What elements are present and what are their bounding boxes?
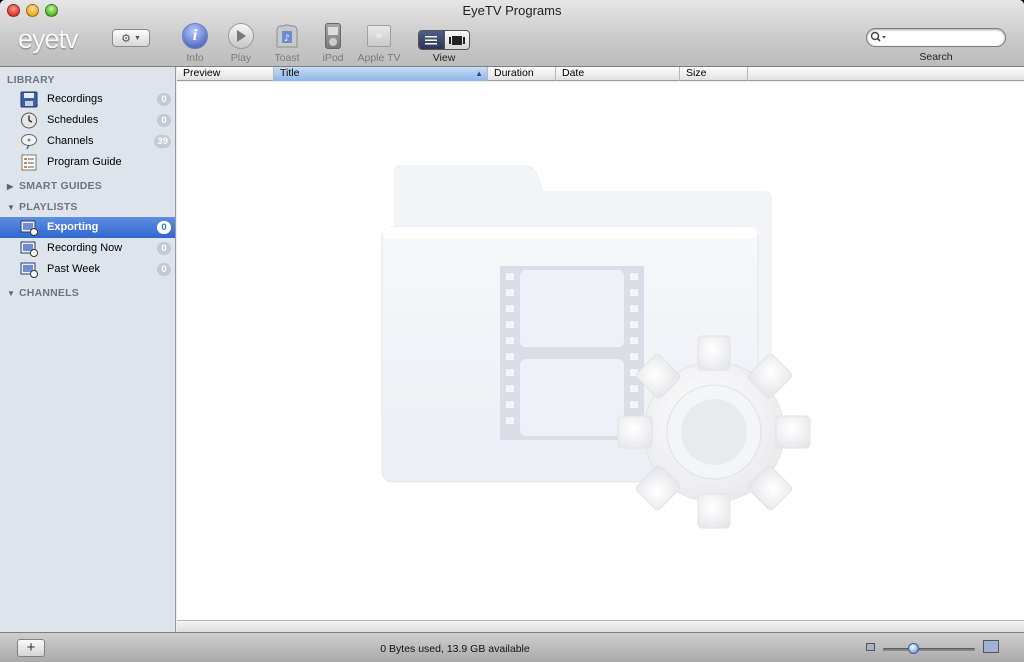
ipod-icon: [325, 23, 341, 49]
sidebar-item-label: Recordings: [47, 93, 103, 105]
count-badge: 39: [154, 135, 171, 148]
count-badge: 0: [157, 93, 171, 106]
eyetv-logo: eyetv: [18, 24, 79, 54]
sidebar-item-past-week[interactable]: Past Week 0: [0, 259, 175, 280]
smart-playlist-icon: [20, 220, 38, 236]
sidebar-item-label: Recording Now: [47, 242, 123, 254]
window-title: EyeTV Programs: [462, 3, 562, 18]
column-size[interactable]: Size: [680, 67, 748, 81]
view-switcher: [418, 30, 470, 50]
disk-usage-status: 0 Bytes used, 13.9 GB available: [380, 643, 530, 655]
empty-export-folder-icon: [381, 165, 811, 529]
disclosure-down-icon: ▼: [7, 288, 16, 298]
action-menu-button[interactable]: ⚙ ▼: [112, 29, 150, 47]
svg-text:♪: ♪: [284, 34, 290, 44]
sidebar-item-label: Channels: [47, 135, 94, 147]
sidebar-item-label: Exporting: [47, 221, 99, 233]
horizontal-scrollbar[interactable]: [177, 620, 1024, 632]
satellite-dish-icon: [21, 134, 37, 150]
recordings-icon: [20, 91, 38, 108]
column-title[interactable]: Title ▲: [274, 67, 488, 81]
search-input[interactable]: [866, 28, 1006, 47]
smart-guides-header[interactable]: ▶ SMART GUIDES: [7, 180, 102, 192]
sidebar-item-recordings[interactable]: Recordings 0: [0, 89, 175, 110]
sidebar-item-recording-now[interactable]: Recording Now 0: [0, 238, 175, 259]
sidebar: LIBRARY Recordings 0 Schedules 0 Channel…: [0, 67, 176, 632]
column-preview[interactable]: Preview: [177, 67, 274, 81]
apple-tv-button[interactable]: tv Apple TV: [352, 22, 406, 64]
slider-knob[interactable]: [908, 643, 919, 654]
sidebar-item-program-guide[interactable]: Program Guide: [0, 152, 175, 173]
status-bar: + 0 Bytes used, 13.9 GB available: [0, 632, 1024, 662]
count-badge: 0: [157, 242, 171, 255]
cover-view-icon: [448, 35, 465, 45]
sort-ascending-icon: ▲: [475, 69, 483, 78]
sidebar-item-exporting[interactable]: Exporting 0: [0, 217, 175, 238]
count-badge: 0: [157, 263, 171, 276]
list-view-button[interactable]: [419, 31, 444, 49]
smart-guides-label: SMART GUIDES: [19, 180, 102, 192]
disclosure-right-icon: ▶: [7, 181, 14, 191]
list-view-icon: [425, 35, 438, 44]
sidebar-item-schedules[interactable]: Schedules 0: [0, 110, 175, 131]
toast-icon: ♪: [276, 24, 298, 48]
count-badge: 0: [157, 114, 171, 127]
view-label: View: [432, 52, 456, 64]
apple-tv-icon: tv: [367, 25, 391, 47]
channels-label: CHANNELS: [19, 287, 79, 299]
list-header: Preview Title ▲ Duration Date Size: [177, 67, 1024, 81]
disclosure-down-icon: ▼: [7, 202, 16, 212]
chevron-down-icon: ▼: [133, 34, 141, 42]
cover-view-button[interactable]: [443, 31, 469, 49]
column-title-label: Title: [280, 67, 300, 79]
info-icon: i: [182, 23, 208, 49]
column-date[interactable]: Date: [556, 67, 680, 81]
smart-playlist-icon: [20, 262, 38, 278]
small-thumbnail-icon: [866, 643, 875, 651]
playlists-header[interactable]: ▼ PLAYLISTS: [7, 201, 78, 213]
program-guide-icon: [21, 154, 37, 171]
program-list[interactable]: [177, 82, 1024, 620]
smart-playlist-icon: [20, 241, 38, 257]
library-header: LIBRARY: [7, 74, 55, 86]
sidebar-item-label: Past Week: [47, 263, 100, 275]
play-icon: [228, 23, 254, 49]
search-icon: [870, 31, 886, 42]
count-badge: 0: [157, 221, 171, 234]
clock-icon: [21, 112, 37, 129]
playlists-label: PLAYLISTS: [19, 201, 78, 213]
sidebar-item-channels[interactable]: Channels 39: [0, 131, 175, 152]
gear-icon: ⚙: [121, 32, 131, 45]
sidebar-item-label: Schedules: [47, 114, 99, 126]
channels-header[interactable]: ▼ CHANNELS: [7, 287, 79, 299]
column-duration[interactable]: Duration: [488, 67, 556, 81]
search-label: Search: [919, 51, 953, 63]
large-thumbnail-icon: [983, 640, 999, 653]
thumbnail-size-slider[interactable]: [883, 648, 975, 651]
eyetv-window: EyeTV Programs eyetv ⚙ ▼ i Info Play ♪ T…: [0, 0, 1024, 662]
toolbar: EyeTV Programs eyetv ⚙ ▼ i Info Play ♪ T…: [0, 0, 1024, 67]
apple-tv-label: Apple TV: [357, 52, 401, 64]
sidebar-item-label: Program Guide: [47, 156, 122, 168]
